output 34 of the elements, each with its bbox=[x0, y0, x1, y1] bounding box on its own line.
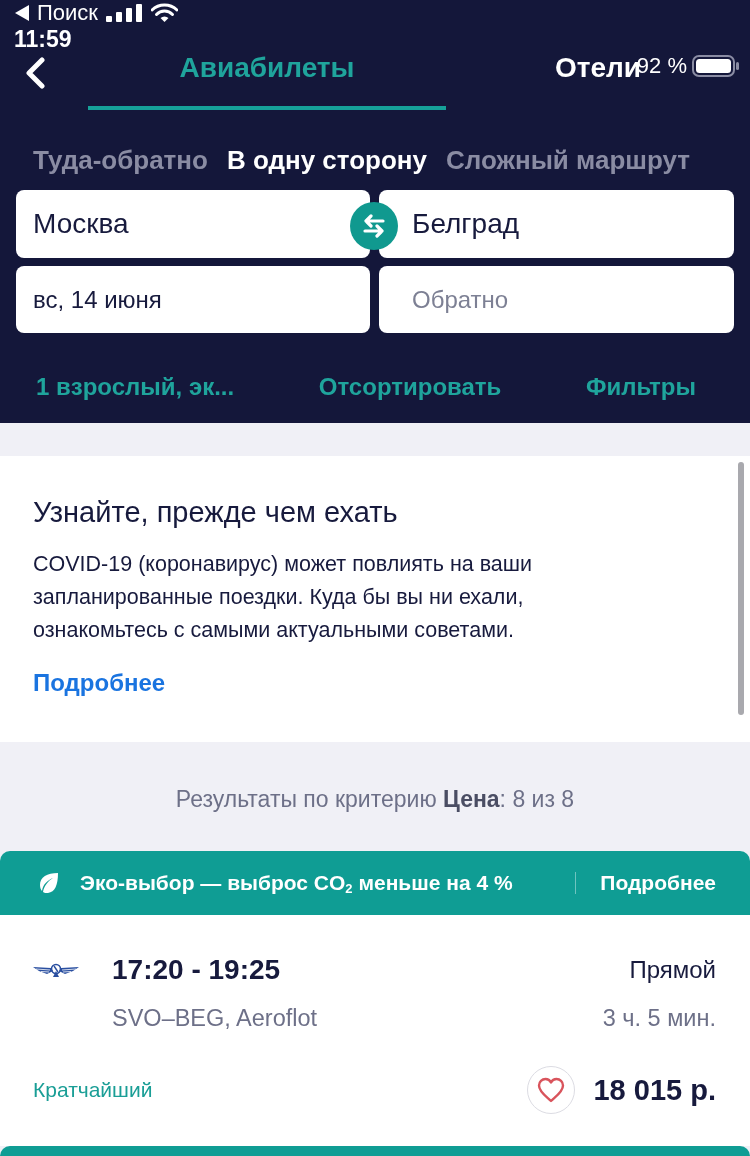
back-triangle-icon bbox=[14, 4, 30, 22]
passengers-button[interactable]: 1 взрослый, эк... bbox=[36, 373, 235, 401]
battery-icon bbox=[692, 55, 740, 77]
flight-tag: Кратчайший bbox=[33, 1078, 153, 1102]
eco-more-link[interactable]: Подробнее bbox=[600, 871, 716, 895]
winged-emblem-icon bbox=[33, 962, 79, 978]
results-summary: Результаты по критерию Цена: 8 из 8 bbox=[175, 785, 575, 814]
clock-time: 11:59 bbox=[14, 26, 72, 52]
departure-date-field[interactable]: вс, 14 июня bbox=[16, 266, 370, 333]
section-tab[interactable]: Авиабилеты bbox=[88, 40, 446, 110]
flight-price: 18 015 р. bbox=[593, 1073, 716, 1107]
wifi-icon bbox=[150, 3, 178, 23]
more-link[interactable]: Подробнее bbox=[33, 668, 166, 698]
origin-field[interactable]: Москва bbox=[16, 190, 370, 258]
trip-type-tab[interactable]: В одну сторону bbox=[226, 145, 428, 175]
return-date-field[interactable]: Обратно bbox=[379, 266, 734, 333]
stops-label: Прямой bbox=[629, 955, 716, 985]
back-app-label[interactable]: Поиск bbox=[37, 0, 98, 26]
signal-icon bbox=[105, 4, 142, 22]
notice-title: Узнайте, прежде чем ехать bbox=[33, 495, 399, 529]
flight-times: 17:20 - 19:25 bbox=[112, 953, 281, 987]
destination-field[interactable]: Белград bbox=[379, 190, 734, 258]
route-airline: SVO–BEG, Aeroflot bbox=[112, 1004, 318, 1033]
favorite-button[interactable] bbox=[527, 1066, 576, 1114]
trip-type-tab[interactable]: Сложный маршрут bbox=[446, 145, 691, 175]
leaf-icon bbox=[37, 871, 61, 895]
swap-arrows-icon bbox=[361, 214, 387, 238]
trip-type-tab[interactable]: Туда-обратно bbox=[33, 145, 208, 175]
filters-button[interactable]: Фильтры bbox=[585, 373, 696, 401]
eco-banner-text: Эко-выбор — выброс CO$_{2}$ меньше на 4 % bbox=[80, 870, 513, 896]
back-icon[interactable] bbox=[25, 57, 45, 89]
sort-button[interactable]: Отсортировать bbox=[318, 373, 502, 401]
notice-text: COVID-19 (коронавирус) может повлиять на ваши запланированные поездки. Куда бы вы ни ехали, ознакомьтесь с самыми актуальными советами. bbox=[33, 551, 534, 644]
flight-duration: 3 ч. 5 мин. bbox=[602, 1004, 716, 1033]
